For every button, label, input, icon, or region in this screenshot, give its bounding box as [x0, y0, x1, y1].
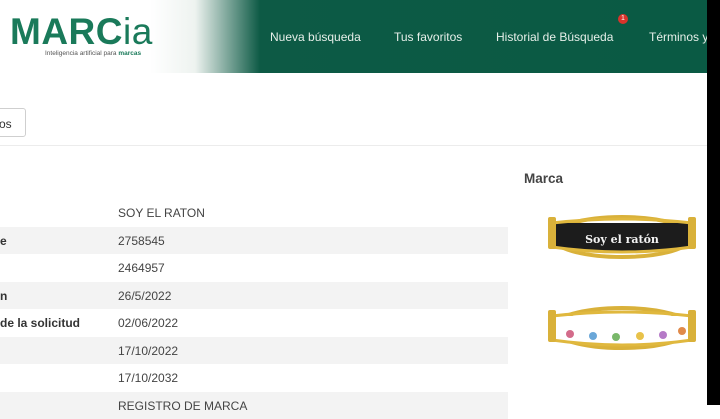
row-value: 02/06/2022 — [118, 316, 178, 330]
table-row: REGISTRO DE MARCA — [0, 392, 508, 419]
row-label: e — [0, 234, 7, 248]
row-value: REGISTRO DE MARCA — [118, 399, 247, 413]
table-row: 17/10/2022 — [0, 337, 508, 365]
row-value: 2464957 — [118, 261, 165, 275]
table-row: 17/10/2032 — [0, 364, 508, 392]
row-value: 2758545 — [118, 234, 165, 248]
table-row: 2464957 — [0, 254, 508, 282]
nav-favorites[interactable]: Tus favoritos — [394, 30, 462, 44]
main-nav: Nueva búsqueda Tus favoritos Historial d… — [0, 0, 707, 73]
table-row: SOY EL RATON — [0, 199, 508, 227]
row-value: 17/10/2022 — [118, 344, 178, 358]
screen-edge-bar — [707, 0, 720, 405]
nav-new-search[interactable]: Nueva búsqueda — [270, 30, 361, 44]
marca-heading: Marca — [524, 171, 563, 186]
top-header: MARCia Inteligencia artificial para marc… — [0, 0, 707, 73]
nav-search-history[interactable]: Historial de Búsqueda — [496, 30, 613, 44]
back-button-label: os — [0, 117, 12, 131]
table-row: e 2758545 — [0, 227, 508, 255]
row-label: de la solicitud — [0, 316, 80, 330]
black-bracelet-image[interactable]: Soy el ratón — [546, 205, 698, 265]
table-row: n 26/5/2022 — [0, 282, 508, 310]
row-value: SOY EL RATON — [118, 206, 205, 220]
divider — [0, 145, 707, 146]
back-button[interactable]: os — [0, 108, 26, 137]
history-count-badge: 1 — [618, 14, 628, 24]
row-label: n — [0, 289, 7, 303]
row-value: 17/10/2032 — [118, 371, 178, 385]
white-bracelet-image[interactable] — [546, 298, 698, 358]
bracelet-inscription: Soy el ratón — [585, 233, 659, 246]
details-table: SOY EL RATON e 2758545 2464957 n 26/5/20… — [0, 199, 508, 419]
table-row: de la solicitud 02/06/2022 — [0, 309, 508, 337]
row-value: 26/5/2022 — [118, 289, 171, 303]
nav-terms[interactable]: Términos y — [649, 30, 708, 44]
